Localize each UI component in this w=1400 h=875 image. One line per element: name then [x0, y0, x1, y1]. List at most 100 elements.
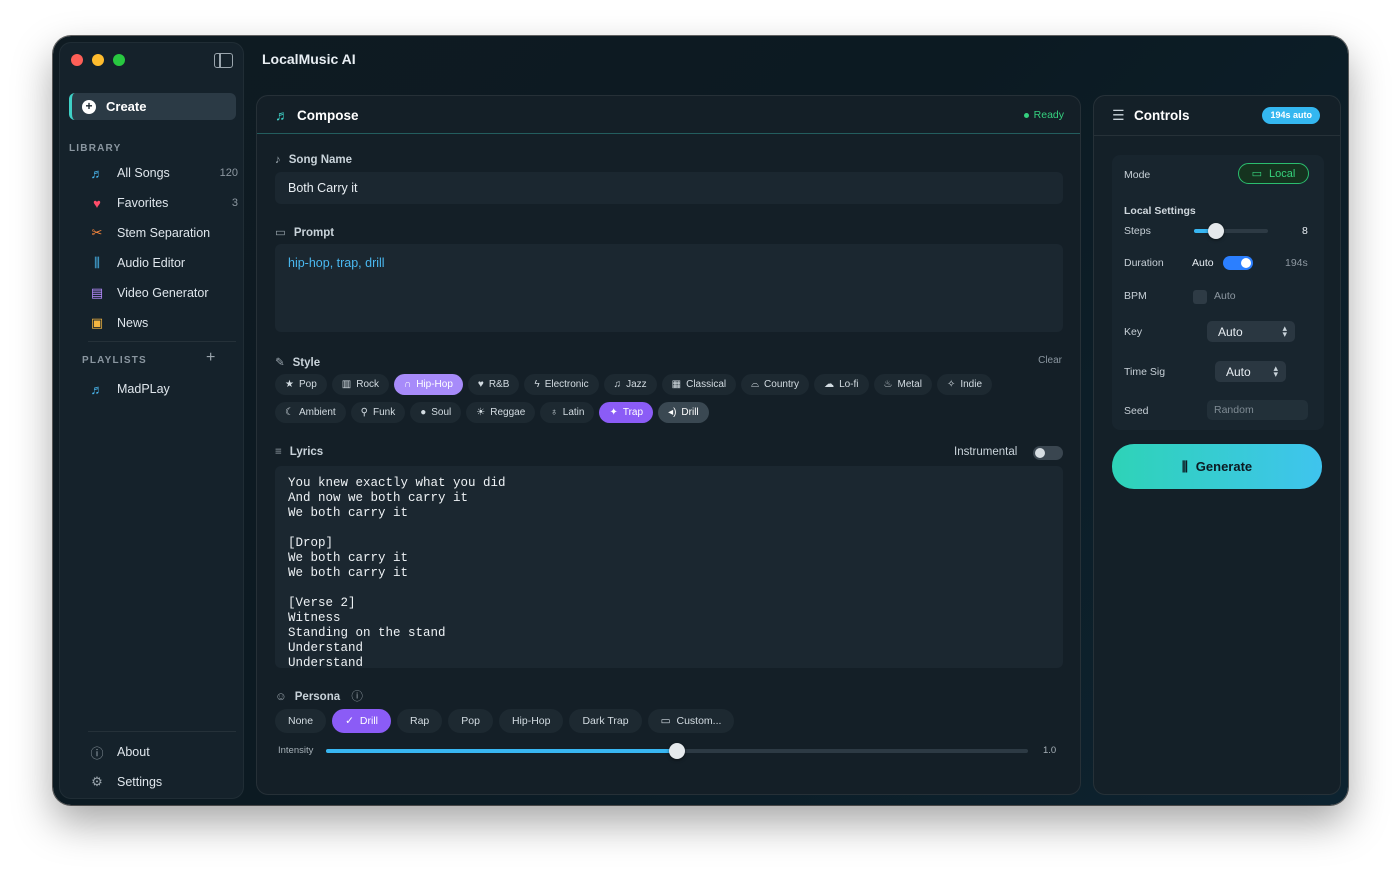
playlist-item[interactable]: ♬ MadPLay	[88, 376, 238, 402]
intensity-slider-knob[interactable]	[669, 743, 685, 759]
timesig-select[interactable]: Auto ▴ ▾	[1215, 361, 1286, 382]
app-title: LocalMusic AI	[262, 51, 356, 67]
close-window-button[interactable]	[71, 54, 83, 66]
lyrics-label: ≡ Lyrics	[275, 446, 323, 458]
compose-icon: ♬	[275, 107, 289, 123]
sidebar-toggle-icon[interactable]	[214, 53, 233, 68]
style-chip[interactable]: ♁ Latin	[540, 402, 595, 423]
mode-value: Local	[1269, 167, 1296, 180]
info-icon[interactable]: ⓘ	[351, 691, 363, 703]
style-chip[interactable]: ▥ Rock	[331, 374, 390, 395]
style-chip[interactable]: ϟ Electronic	[524, 374, 599, 395]
style-chip-label: Jazz	[626, 379, 647, 390]
style-chip[interactable]: ♨ Metal	[873, 374, 932, 395]
persona-chip-label: None	[288, 715, 314, 727]
generate-button[interactable]: ⫼ Generate	[1112, 444, 1322, 489]
style-icon: ⌓	[751, 379, 760, 390]
style-chip-label: Pop	[298, 379, 317, 390]
lyrics-textarea[interactable]: You knew exactly what you did And now we…	[275, 466, 1063, 668]
zoom-window-button[interactable]	[113, 54, 125, 66]
style-chip[interactable]: ☾ Ambient	[275, 402, 346, 423]
seed-input[interactable]: Random	[1207, 400, 1308, 420]
minimize-window-button[interactable]	[92, 54, 104, 66]
style-chip[interactable]: ⌓ Country	[741, 374, 810, 395]
persona-chip[interactable]: Hip-Hop	[498, 709, 564, 733]
sidebar-item-label: Audio Editor	[117, 256, 186, 270]
style-label-text: Style	[292, 357, 321, 369]
key-select[interactable]: Auto ▴ ▾	[1207, 321, 1295, 342]
style-chip[interactable]: ▦ Classical	[661, 374, 737, 395]
create-button[interactable]: + Create	[69, 93, 236, 120]
style-chip[interactable]: ★ Pop	[275, 374, 327, 395]
plus-icon: +	[82, 99, 96, 114]
persona-chip[interactable]: None	[275, 709, 327, 733]
persona-chip[interactable]: Pop	[448, 709, 493, 733]
sidebar-item-about[interactable]: ⓘ About	[88, 739, 238, 765]
app-window: + Create LIBRARY ♬ All Songs 120 ♥ Favor…	[53, 36, 1348, 805]
sidebar-item-audio-editor[interactable]: ⫼ Audio Editor	[88, 250, 238, 276]
persona-chip[interactable]: ▭ Custom...	[647, 709, 735, 733]
persona-chip-label: Dark Trap	[582, 715, 629, 727]
style-chip-label: R&B	[488, 379, 510, 390]
duration-auto-toggle[interactable]	[1223, 256, 1253, 270]
style-chip[interactable]: ☁ Lo-fi	[814, 374, 869, 395]
sidebar-item-news[interactable]: ▣ News	[88, 310, 238, 336]
steps-slider-knob[interactable]	[1208, 223, 1225, 239]
duration-label: Duration	[1124, 257, 1164, 269]
style-chip[interactable]: ● Soul	[410, 402, 462, 423]
style-chip[interactable]: ✧ Indie	[936, 374, 993, 395]
persona-chip-label: Custom...	[676, 715, 722, 727]
sidebar-item-all-songs[interactable]: ♬ All Songs 120	[88, 160, 239, 186]
style-icon: ✦	[609, 407, 618, 418]
style-chip-label: Classical	[686, 379, 727, 390]
sidebar-item-video-generator[interactable]: ▤ Video Generator	[88, 280, 238, 306]
style-chip[interactable]: ♥ R&B	[467, 374, 520, 395]
intensity-slider[interactable]	[326, 743, 1028, 759]
compose-panel: ♬ Compose Ready ♪ Song Name ▭ Prompt hip-h…	[256, 95, 1081, 795]
persona-chip-label: Rap	[410, 715, 430, 727]
lines-icon: ≡	[275, 446, 282, 458]
style-chip[interactable]: ☀ Reggae	[466, 402, 536, 423]
mode-local-button[interactable]: ▭ Local	[1238, 163, 1309, 184]
style-icon: ●	[420, 407, 427, 418]
persona-chips: None ✓ Drill Rap Pop Hip-Hop Dark Trap ▭ Custom.…	[275, 709, 735, 733]
persona-chip[interactable]: Dark Trap	[569, 709, 642, 733]
heart-icon: ♥	[93, 195, 101, 211]
style-chip[interactable]: ∩ Hip-Hop	[394, 374, 463, 395]
style-chip[interactable]: ◂) Drill	[658, 402, 709, 423]
style-chip[interactable]: ✦ Trap	[599, 402, 654, 423]
user-circle-icon: ☺	[275, 691, 287, 703]
steps-slider[interactable]	[1194, 223, 1268, 239]
song-name-label-text: Song Name	[288, 154, 353, 166]
style-icon: ☀	[476, 407, 486, 418]
style-chip[interactable]: ♫ Jazz	[603, 374, 657, 395]
song-name-input[interactable]	[275, 172, 1063, 204]
style-chip[interactable]: ⚲ Funk	[350, 402, 406, 423]
persona-chip[interactable]: Rap	[397, 709, 443, 733]
style-chip-label: Drill	[681, 407, 699, 418]
clear-styles-button[interactable]: Clear	[1038, 355, 1062, 366]
style-chip-label: Lo-fi	[839, 379, 859, 390]
sidebar: + Create LIBRARY ♬ All Songs 120 ♥ Favor…	[59, 42, 244, 799]
persona-chip[interactable]: ✓ Drill	[332, 709, 391, 733]
sidebar-item-favorites[interactable]: ♥ Favorites 3	[88, 190, 238, 216]
style-chip-label: Reggae	[490, 407, 526, 418]
sidebar-item-stem-separation[interactable]: ✂ Stem Separation	[88, 220, 238, 246]
timesig-select-value: Auto	[1226, 364, 1251, 379]
duration-auto-label: Auto	[1192, 257, 1214, 269]
style-icon: ◂)	[668, 407, 677, 418]
sidebar-item-settings[interactable]: ⚙ Settings	[88, 769, 238, 795]
compose-title: Compose	[297, 108, 359, 123]
prompt-label: ▭ Prompt	[275, 225, 334, 239]
style-icon: ϟ	[534, 379, 540, 390]
add-playlist-icon[interactable]: +	[206, 349, 215, 367]
controls-card: Mode ▭ Local Local Settings Steps 8 Dura…	[1112, 155, 1324, 430]
instrumental-toggle[interactable]	[1033, 446, 1063, 460]
bpm-auto-checkbox[interactable]	[1193, 290, 1207, 304]
prompt-input[interactable]	[275, 244, 1063, 332]
generate-label: Generate	[1195, 459, 1253, 474]
scissors-icon: ✂	[91, 225, 103, 240]
timesig-label: Time Sig	[1124, 366, 1166, 378]
style-chip-label: Indie	[960, 379, 983, 390]
style-icon: ☁	[824, 379, 835, 390]
